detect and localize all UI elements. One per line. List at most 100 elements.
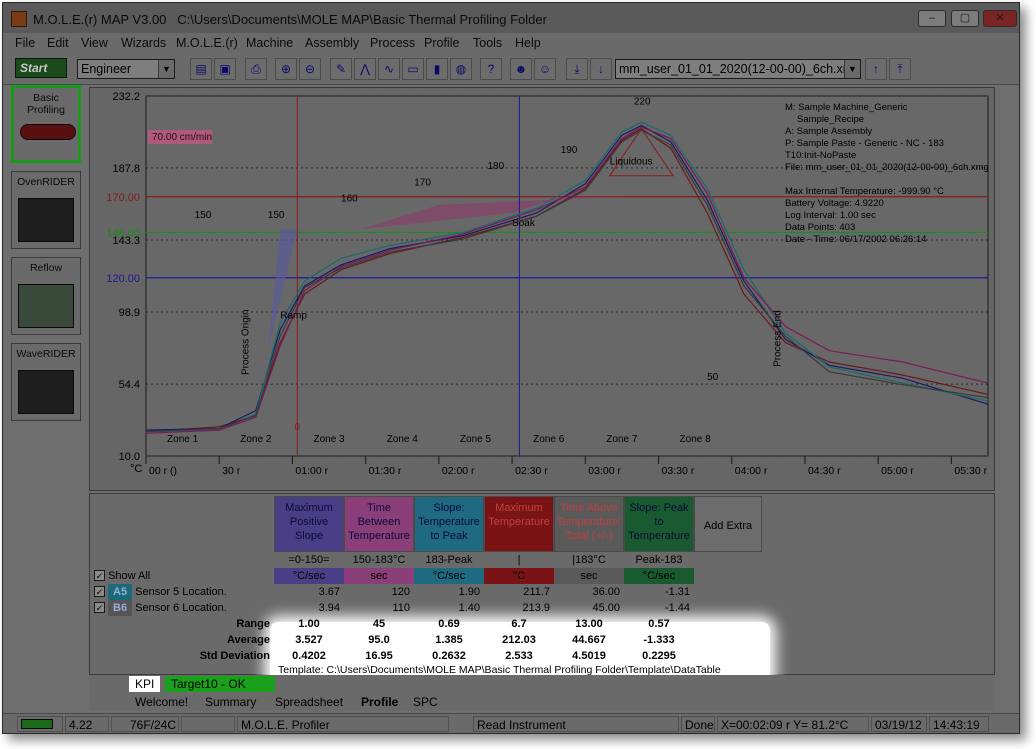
arrow-up-icon[interactable]: ↑ [865,58,887,80]
minimize-button[interactable]: ‒ [918,10,946,27]
stat-cell: 4.5019 [572,650,606,662]
kpi-col-header[interactable]: Slope: Temperature to Peak [414,496,484,552]
close-button[interactable]: ✕ [983,10,1017,27]
draw-icon[interactable]: ✎ [330,58,352,80]
show-all-row[interactable]: ✓ Show All [94,568,150,584]
start-button[interactable]: Start [15,58,67,78]
menu-edit[interactable]: Edit [47,36,69,50]
x-tick-label: 05:30 r [954,465,987,477]
battery-icon[interactable]: ▮ [426,58,448,80]
reference-line-label: 170.00 [106,192,140,204]
kpi-col-unit: °C/sec [414,568,484,584]
tab-spreadsheet[interactable]: Spreadsheet [269,694,349,710]
kpi-cell[interactable]: 36.00 [554,584,624,600]
cursor-label: 0 [294,422,300,433]
tab-welcome[interactable]: Welcome! [129,694,194,710]
x-tick-label: 04:00 r [735,465,768,477]
menu-help[interactable]: Help [515,36,541,50]
x-tick-label: 05:00 r [881,465,914,477]
tab-spc[interactable]: SPC [407,694,444,710]
zone-temp-label: 50 [707,372,719,383]
stat-cell: 16.95 [365,650,393,662]
kpi-cell[interactable]: 1.90 [414,584,484,600]
checkbox-icon[interactable]: ✓ [94,602,105,613]
kpi-col-header[interactable]: Slope: Peak to Temperature [624,496,694,552]
sidebar-item-basic-profiling[interactable]: Basic Profiling [11,85,81,163]
status-bar: 4.22 76F/24C M.O.L.E. Profiler Read Inst… [3,713,1019,733]
zone-label: Zone 6 [533,434,565,445]
menu-view[interactable]: View [81,36,108,50]
zone-temp-label: 170 [414,177,431,188]
menu-profile[interactable]: Profile [424,36,459,50]
x-tick-label: 01:00 r [295,465,328,477]
help-icon[interactable]: ? [480,58,502,80]
zoom-in-icon[interactable]: ⊕ [275,58,297,80]
kpi-cell[interactable]: 211.7 [484,584,554,600]
checkbox-icon[interactable]: ✓ [94,586,105,597]
kpi-col-header[interactable]: Maximum Temperature [484,496,554,552]
arrow-down-bar-icon[interactable]: ⤓ [566,58,588,80]
kpi-cell[interactable]: -1.31 [624,584,694,600]
profile-chart[interactable]: 232.2187.8143.398.954.410.000 r () 30 r 01… [90,88,994,490]
sensor-row[interactable]: ✓ A5 Sensor 5 Location. [94,584,227,600]
user-level-select[interactable]: Engineer ▼ [77,59,175,79]
zoom-out-icon[interactable]: ⊖ [299,58,321,80]
kpi-cell[interactable]: 120 [344,584,414,600]
menu-machine[interactable]: Machine [246,36,293,50]
sidebar-item-waverider[interactable]: WaveRIDER [11,343,81,421]
sidebar-item-ovenrider[interactable]: OvenRIDER [11,171,81,249]
zone-temp-label: 160 [341,194,358,205]
battery-voltage: 4.22 [65,716,109,732]
kpi-col-header[interactable]: Time Between Temperature [344,496,414,552]
annotation-label: Soak [512,218,536,229]
stat-cell: 6.7 [511,618,527,630]
chart-b-icon[interactable]: ∿ [378,58,400,80]
tab-summary[interactable]: Summary [199,694,262,710]
kpi-cell[interactable]: 45.00 [554,600,624,616]
tab-profile[interactable]: Profile [355,694,404,710]
menu-process[interactable]: Process [370,36,415,50]
tab-kpi[interactable]: KPI [129,676,161,692]
kpi-cell[interactable]: 3.67 [274,584,344,600]
person-a-icon[interactable]: ☻ [510,58,532,80]
zone-label: Zone 7 [606,434,638,445]
maximize-button[interactable]: ▢ [951,10,979,27]
add-extra-button[interactable]: Add Extra [694,496,762,552]
globe-icon[interactable]: ◍ [450,58,472,80]
kpi-col-range: |183°C [572,554,606,566]
sidebar-item-reflow[interactable]: Reflow [11,257,81,335]
speed-label: 70.00 cm/min [152,132,212,143]
sensor-row[interactable]: ✓ B6 Sensor 6 Location. [94,600,227,616]
profile-file-select[interactable]: mm_user_01_01_2020(12-00-00)_6ch.xr ▼ [615,59,861,79]
tab-target10[interactable]: Target10 - OK [165,676,275,692]
stat-cell: 0.69 [438,618,460,630]
print-icon[interactable]: ⎙ [245,58,267,80]
sensor-name: Sensor 5 Location. [135,586,227,598]
kpi-col-header[interactable]: Time Above Temperature: Total (+/-) [554,496,624,552]
zone-temp-label: 180 [487,161,504,172]
ruler-icon[interactable]: ▭ [402,58,424,80]
folder-icon[interactable]: ▤ [190,58,212,80]
menu-tools[interactable]: Tools [473,36,502,50]
kpi-cell[interactable]: 3.94 [274,600,344,616]
checkbox-icon[interactable]: ✓ [94,570,105,581]
save-icon[interactable]: ▣ [214,58,236,80]
person-b-icon[interactable]: ☺ [534,58,556,80]
kpi-cell[interactable]: 213.9 [484,600,554,616]
arrow-down-icon[interactable]: ↓ [590,58,612,80]
stat-label: Std Deviation [199,650,270,662]
menu-assembly[interactable]: Assembly [305,36,359,50]
kpi-cell[interactable]: -1.44 [624,600,694,616]
kpi-cell[interactable]: 110 [344,600,414,616]
menu-file[interactable]: File [15,36,35,50]
kpi-cell[interactable]: 1.40 [414,600,484,616]
chart-a-icon[interactable]: ⋀ [354,58,376,80]
menu-mole[interactable]: M.O.L.E.(r) [176,36,238,50]
stat-cell: 1.00 [298,618,320,630]
kpi-grid: Maximum Positive Slope =0-150= °C/sec Tim… [89,493,995,688]
kpi-col-header[interactable]: Maximum Positive Slope [274,496,344,552]
kpi-tabs: KPI Target10 - OK [89,675,995,693]
sensor-tag: A5 [108,584,133,600]
menu-wizards[interactable]: Wizards [121,36,166,50]
arrow-up-bar-icon[interactable]: ⤒ [889,58,911,80]
